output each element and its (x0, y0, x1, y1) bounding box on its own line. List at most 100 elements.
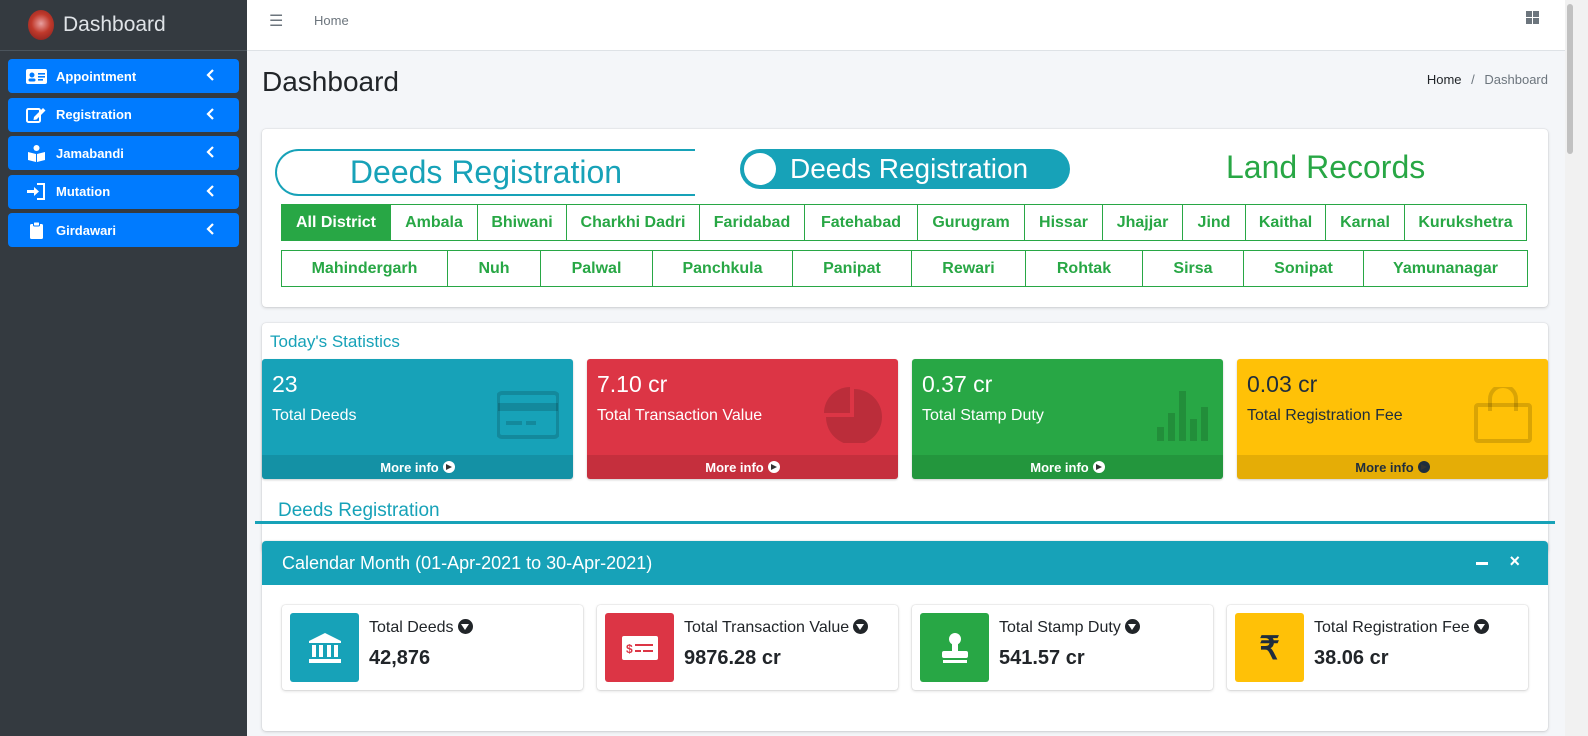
small-box-label: Total Transaction Value (597, 407, 763, 424)
more-info-link[interactable]: More info (587, 455, 898, 479)
small-box-label: Total Deeds (272, 407, 357, 424)
district-button[interactable]: Gurugram (917, 204, 1025, 241)
district-button[interactable]: Faridabad (699, 204, 805, 241)
info-box-label-wrap: Total Deeds (369, 619, 473, 637)
district-button[interactable]: Sonipat (1243, 250, 1364, 287)
id-card-icon (26, 68, 47, 84)
more-info-label: More info (705, 459, 764, 475)
pie-chart-icon (824, 387, 882, 443)
info-box-total-registration-fee: ₹ Total Registration Fee 38.06 cr (1227, 605, 1528, 690)
sign-in-icon (27, 183, 45, 200)
district-button[interactable]: Mahindergarh (281, 250, 448, 287)
info-box-label: Total Deeds (369, 619, 454, 636)
district-button[interactable]: Yamunanagar (1363, 250, 1528, 287)
district-filter-card: Deeds Registration Deeds Registration La… (262, 129, 1548, 307)
sidebar-item-jamabandi[interactable]: Jamabandi (8, 136, 239, 170)
shopping-bag-icon (1474, 387, 1532, 443)
bar-chart-icon (1157, 391, 1208, 441)
district-button[interactable]: Jhajjar (1102, 204, 1183, 241)
more-info-label: More info (380, 459, 439, 475)
arrow-circle-down-icon[interactable] (457, 619, 473, 634)
top-navbar: ☰ Home (247, 0, 1565, 51)
district-button[interactable]: Panipat (792, 250, 912, 287)
small-box-label: Total Stamp Duty (922, 407, 1044, 424)
arrow-circle-down-icon[interactable] (853, 619, 869, 634)
district-button[interactable]: Palwal (540, 250, 653, 287)
info-box-icon-bg (920, 613, 989, 682)
small-box-total-stamp-duty: 0.37 cr Total Stamp Duty More info (912, 359, 1223, 479)
district-button[interactable]: Nuh (447, 250, 541, 287)
info-box-icon-bg (290, 613, 359, 682)
district-button[interactable]: Panchkula (652, 250, 793, 287)
sidebar-item-girdawari[interactable]: Girdawari (8, 213, 239, 247)
info-box-value: 42,876 (369, 647, 431, 669)
info-box-label: Total Transaction Value (684, 619, 850, 636)
info-box-icon-bg: $ (605, 613, 674, 682)
info-box-total-stamp-duty: Total Stamp Duty 541.57 cr (912, 605, 1213, 690)
breadcrumb-home-link[interactable]: Home (1427, 72, 1462, 87)
chevron-left-icon (206, 69, 214, 81)
page-scrollbar[interactable] (1565, 0, 1588, 736)
district-button[interactable]: Charkhi Dadri (566, 204, 700, 241)
district-button[interactable]: Bhiwani (477, 204, 567, 241)
info-box-label: Total Stamp Duty (999, 619, 1121, 636)
arrow-circle-right-icon (1092, 461, 1105, 473)
emblem-logo-icon (28, 10, 54, 40)
rupee-icon: ₹ (1235, 613, 1304, 682)
info-box-total-transaction-value: $ Total Transaction Value 9876.28 cr (597, 605, 898, 690)
todays-statistics-heading: Today's Statistics (270, 332, 400, 351)
district-button[interactable]: Fatehabad (804, 204, 918, 241)
info-box-value: 38.06 cr (1314, 647, 1389, 669)
credit-card-icon (497, 391, 559, 439)
district-button[interactable]: Ambala (390, 204, 478, 241)
district-button[interactable]: Hissar (1024, 204, 1103, 241)
deeds-registration-toggle[interactable]: Deeds Registration (740, 149, 1070, 189)
stamp-icon (941, 632, 968, 663)
info-box-value: 541.57 cr (999, 647, 1085, 669)
small-box-value: 7.10 cr (597, 371, 668, 397)
more-info-link[interactable]: More info (912, 455, 1223, 479)
brand-title: Dashboard (63, 13, 166, 36)
more-info-link[interactable]: More info (1237, 455, 1548, 479)
district-button[interactable]: Karnal (1325, 204, 1405, 241)
district-button[interactable]: Kaithal (1245, 204, 1326, 241)
arrow-circle-right-icon (767, 461, 780, 473)
more-info-link[interactable]: More info (262, 455, 573, 479)
arrow-circle-down-icon[interactable] (1124, 619, 1140, 634)
info-box-label: Total Registration Fee (1314, 619, 1470, 636)
collapse-icon[interactable] (1476, 562, 1488, 565)
arrow-circle-down-icon[interactable] (1473, 619, 1489, 634)
sidebar-item-label: Girdawari (56, 222, 116, 238)
district-button[interactable]: Rohtak (1025, 250, 1143, 287)
menu-toggle-icon[interactable]: ☰ (269, 11, 283, 31)
district-row-1: All District Ambala Bhiwani Charkhi Dadr… (281, 204, 1527, 241)
small-box-total-transaction-value: 7.10 cr Total Transaction Value More inf… (587, 359, 898, 479)
district-button-all[interactable]: All District (281, 204, 391, 241)
district-button[interactable]: Jind (1182, 204, 1246, 241)
district-button[interactable]: Sirsa (1142, 250, 1244, 287)
land-records-tab[interactable]: Land Records (1226, 149, 1425, 186)
calendar-month-title: Calendar Month (01-Apr-2021 to 30-Apr-20… (282, 552, 653, 573)
sidebar-item-label: Registration (56, 107, 132, 122)
more-info-label: More info (1355, 459, 1414, 475)
deeds-registration-tab[interactable]: Deeds Registration (275, 149, 695, 196)
sidebar-item-appointment[interactable]: Appointment (8, 59, 239, 93)
close-icon[interactable]: × (1509, 551, 1520, 572)
small-box-value: 23 (272, 371, 298, 397)
scrollbar-thumb[interactable] (1567, 4, 1573, 154)
chevron-left-icon (206, 146, 214, 158)
more-info-label: More info (1030, 459, 1089, 475)
breadcrumb-separator: / (1471, 72, 1475, 87)
district-button[interactable]: Rewari (911, 250, 1026, 287)
sidebar-item-registration[interactable]: Registration (8, 97, 239, 132)
brand[interactable]: Dashboard (0, 0, 247, 51)
sidebar-item-mutation[interactable]: Mutation (8, 174, 239, 209)
info-box-label-wrap: Total Transaction Value (684, 619, 869, 637)
top-nav-home-link[interactable]: Home (314, 13, 349, 28)
grid-apps-icon[interactable] (1526, 11, 1539, 24)
toggle-knob (744, 153, 776, 185)
district-button[interactable]: Kurukshetra (1404, 204, 1527, 241)
calendar-month-card: Calendar Month (01-Apr-2021 to 30-Apr-20… (262, 541, 1548, 731)
sidebar: Dashboard Appointment Registration Jamab… (0, 0, 247, 736)
small-box-value: 0.37 cr (922, 371, 993, 397)
